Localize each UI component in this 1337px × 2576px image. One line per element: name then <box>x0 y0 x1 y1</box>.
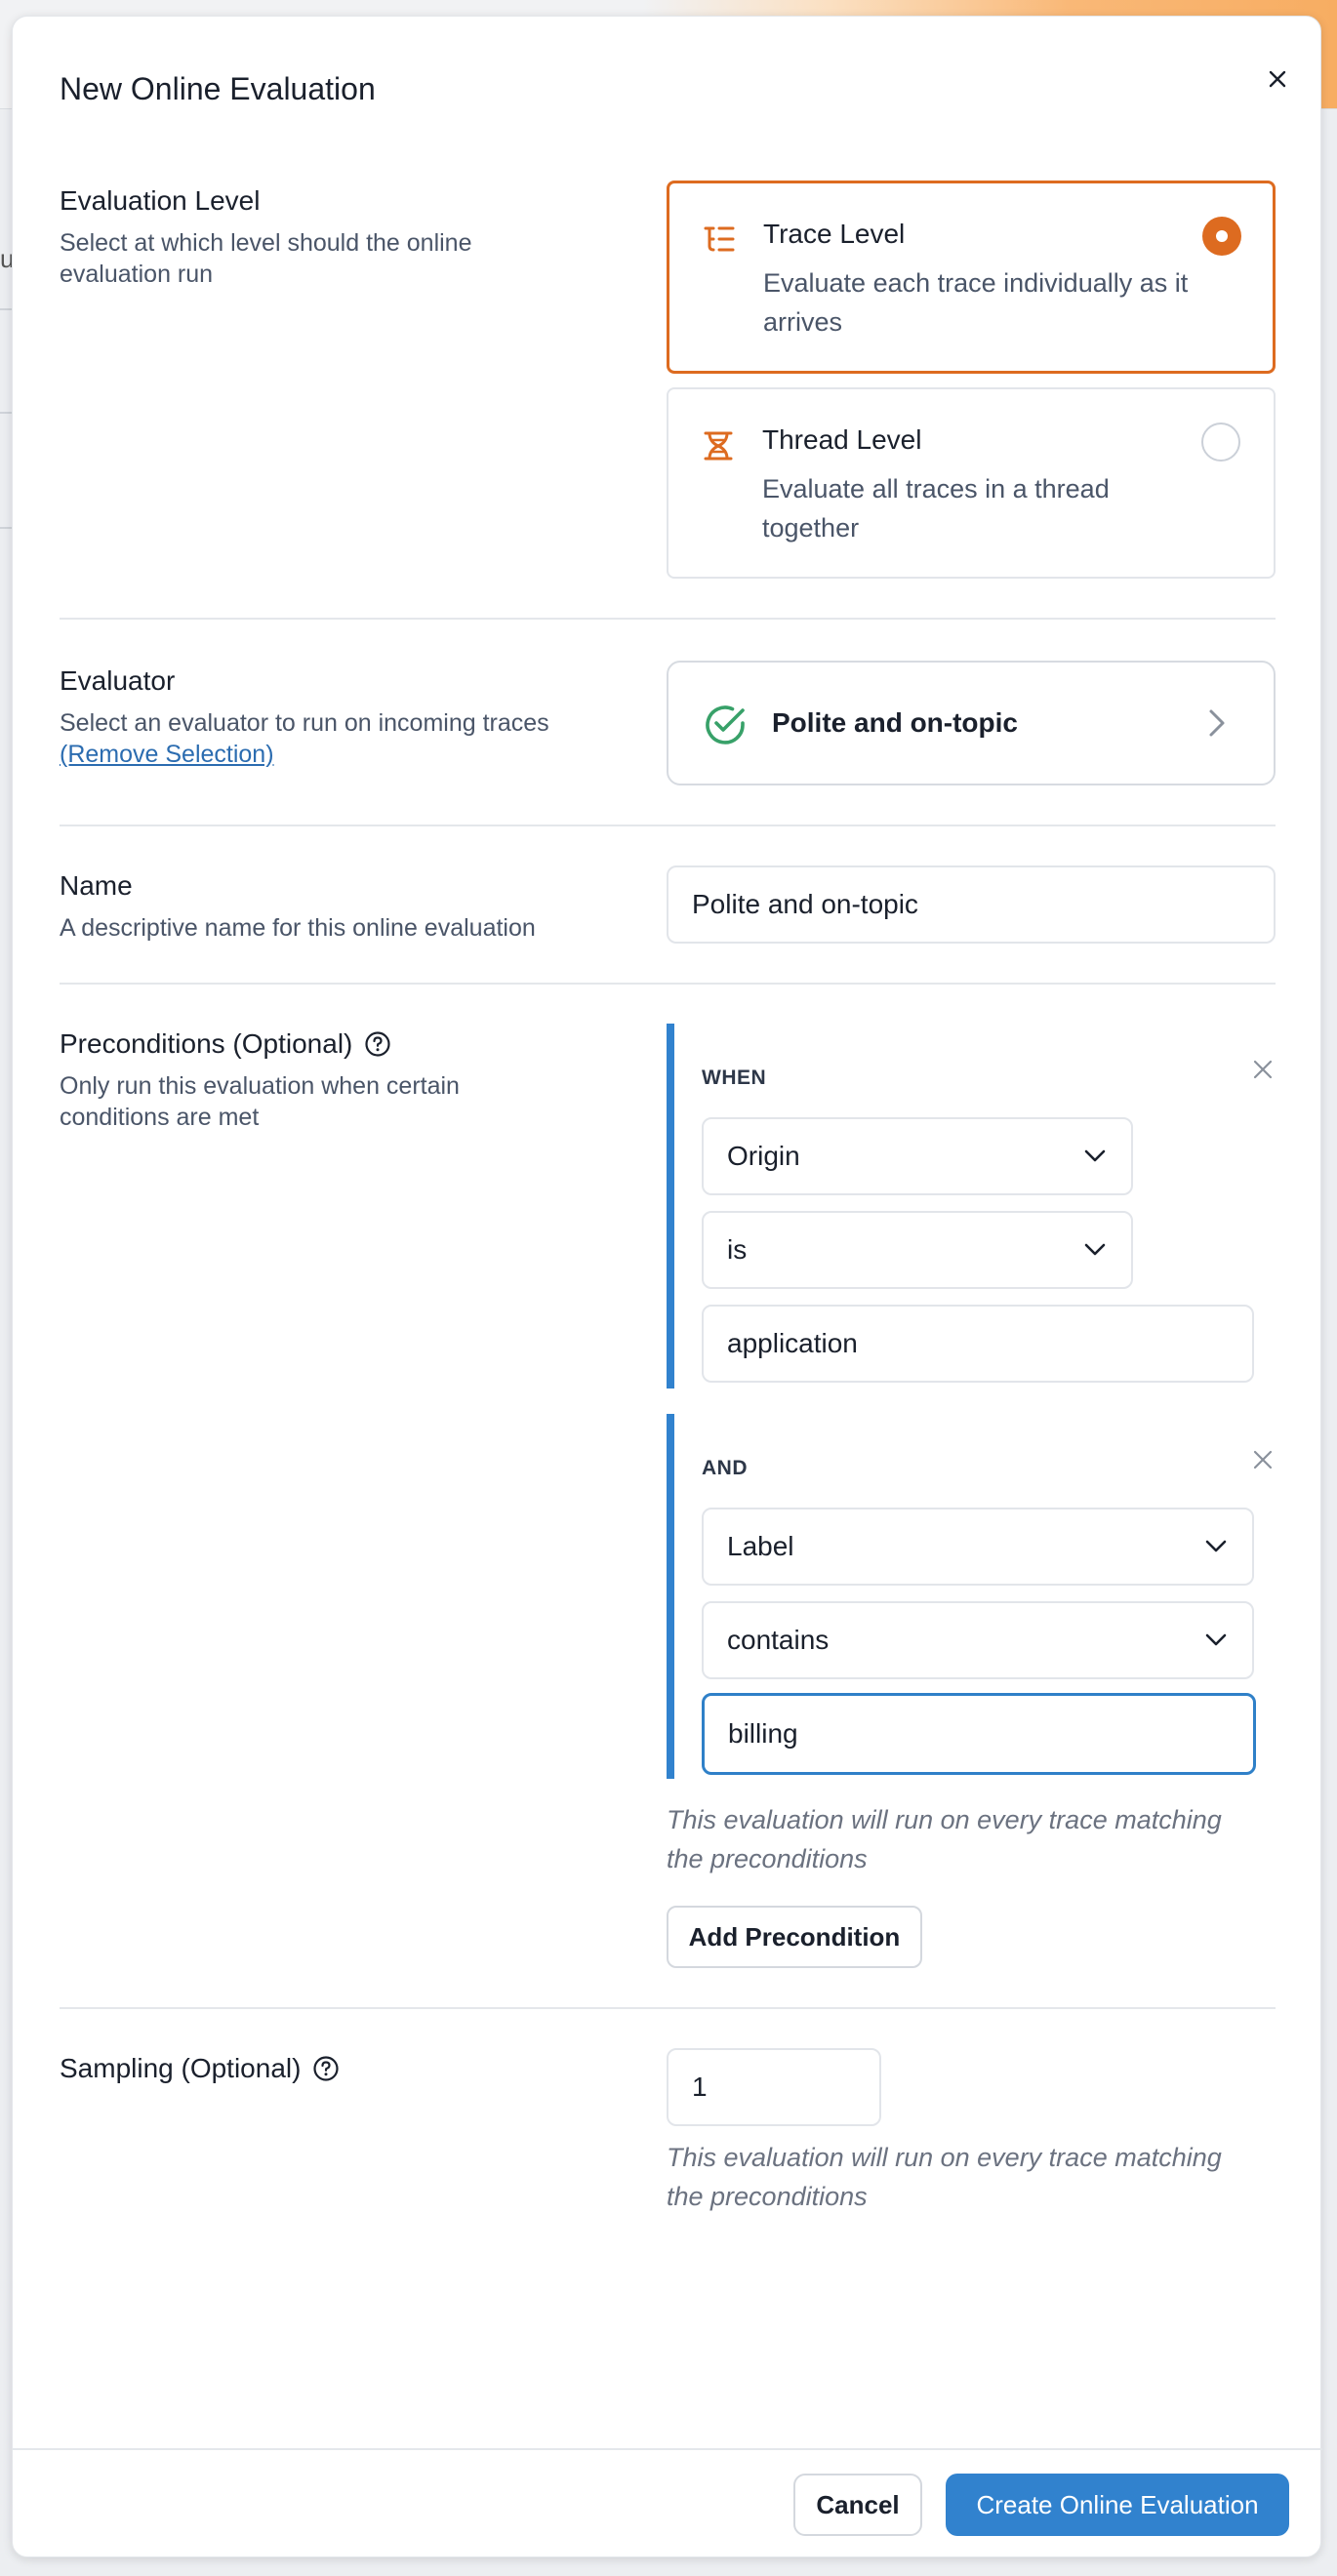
preconditions-hint: This evaluation will run on every trace … <box>667 1805 1222 1873</box>
sampling-label: Sampling (Optional) <box>60 2052 606 2085</box>
evaluator-title: Evaluator <box>60 665 176 696</box>
precondition-group-and: AND Label contains billing <box>667 1414 1273 1779</box>
thread-level-description: Evaluate all traces in a thread together <box>762 474 1110 543</box>
chevron-down-icon <box>1084 1243 1106 1256</box>
evaluator-label: Evaluator Select an evaluator to run on … <box>60 664 606 770</box>
precondition-value-input[interactable]: application <box>702 1305 1254 1383</box>
precondition-value-input[interactable]: billing <box>702 1693 1256 1775</box>
create-online-evaluation-button[interactable]: Create Online Evaluation <box>946 2474 1289 2536</box>
preconditions-description: Only run this evaluation when certain co… <box>60 1072 460 1131</box>
precondition-and-label: AND <box>702 1457 748 1479</box>
chevron-down-icon <box>1205 1633 1227 1646</box>
section-divider <box>60 618 1276 620</box>
preconditions-title: Preconditions (Optional) <box>60 1027 606 1061</box>
sampling-title: Sampling (Optional) <box>60 2052 606 2085</box>
cancel-button[interactable]: Cancel <box>793 2474 922 2536</box>
background-divider <box>0 527 12 529</box>
remove-precondition-button[interactable] <box>1248 1055 1277 1084</box>
trace-level-title: Trace Level <box>763 219 906 249</box>
thread-spool-icon <box>702 430 735 466</box>
preconditions-label: Preconditions (Optional) Only run this e… <box>60 1027 606 1133</box>
remove-precondition-button[interactable] <box>1248 1445 1277 1474</box>
close-icon <box>1253 1060 1273 1079</box>
thread-level-option[interactable]: Thread Level Evaluate all traces in a th… <box>667 387 1276 579</box>
precondition-group-when: WHEN Origin is application <box>667 1024 1273 1389</box>
sampling-title-text: Sampling (Optional) <box>60 2053 302 2083</box>
preconditions-title-text: Preconditions (Optional) <box>60 1028 353 1059</box>
section-divider <box>60 983 1276 985</box>
evaluator-description: Select an evaluator to run on incoming t… <box>60 709 549 737</box>
new-online-evaluation-modal: New Online Evaluation Evaluation Level S… <box>12 16 1322 2557</box>
modal-title: New Online Evaluation <box>60 71 376 106</box>
selected-evaluator-name: Polite and on-topic <box>772 707 1018 738</box>
trace-level-radio[interactable] <box>1202 217 1241 256</box>
close-icon <box>1253 1450 1273 1469</box>
name-label: Name A descriptive name for this online … <box>60 869 606 944</box>
background-divider <box>0 308 12 310</box>
chevron-down-icon <box>1205 1540 1227 1552</box>
trace-level-description: Evaluate each trace individually as it a… <box>763 268 1189 337</box>
list-tree-icon <box>703 224 736 259</box>
help-circle-icon[interactable] <box>364 1030 391 1058</box>
precondition-operator-value: contains <box>727 1625 830 1655</box>
precondition-when-label: WHEN <box>702 1067 767 1089</box>
close-icon <box>1269 70 1286 88</box>
precondition-field-value: Origin <box>727 1141 800 1171</box>
precondition-field-select[interactable]: Origin <box>702 1117 1133 1195</box>
close-button[interactable] <box>1258 60 1297 99</box>
background-divider <box>0 412 12 414</box>
evaluator-selector[interactable]: Polite and on-topic <box>667 661 1276 785</box>
precondition-field-select[interactable]: Label <box>702 1508 1254 1586</box>
sampling-hint: This evaluation will run on every trace … <box>667 2143 1222 2211</box>
name-description: A descriptive name for this online evalu… <box>60 914 536 942</box>
evaluation-level-title: Evaluation Level <box>60 185 261 216</box>
trace-level-option[interactable]: Trace Level Evaluate each trace individu… <box>667 181 1276 374</box>
chevron-right-icon <box>1203 705 1231 745</box>
thread-level-title: Thread Level <box>762 424 922 455</box>
section-divider <box>60 2007 1276 2009</box>
remove-selection-link[interactable]: (Remove Selection) <box>60 739 606 770</box>
precondition-operator-select[interactable]: contains <box>702 1601 1254 1679</box>
section-divider <box>60 825 1276 826</box>
check-circle-icon <box>702 702 749 753</box>
add-precondition-button[interactable]: Add Precondition <box>667 1906 922 1968</box>
precondition-operator-value: is <box>727 1234 748 1265</box>
help-circle-icon[interactable] <box>312 2055 340 2082</box>
name-title: Name <box>60 870 133 901</box>
thread-level-radio[interactable] <box>1201 423 1240 462</box>
evaluation-level-label: Evaluation Level Select at which level s… <box>60 184 606 290</box>
evaluation-level-description: Select at which level should the online … <box>60 229 472 288</box>
chevron-down-icon <box>1084 1149 1106 1162</box>
precondition-operator-select[interactable]: is <box>702 1211 1133 1289</box>
footer-divider <box>13 2448 1322 2450</box>
name-input[interactable]: Polite and on-topic <box>667 865 1276 944</box>
precondition-field-value: Label <box>727 1531 794 1561</box>
sampling-input[interactable]: 1 <box>667 2048 881 2126</box>
